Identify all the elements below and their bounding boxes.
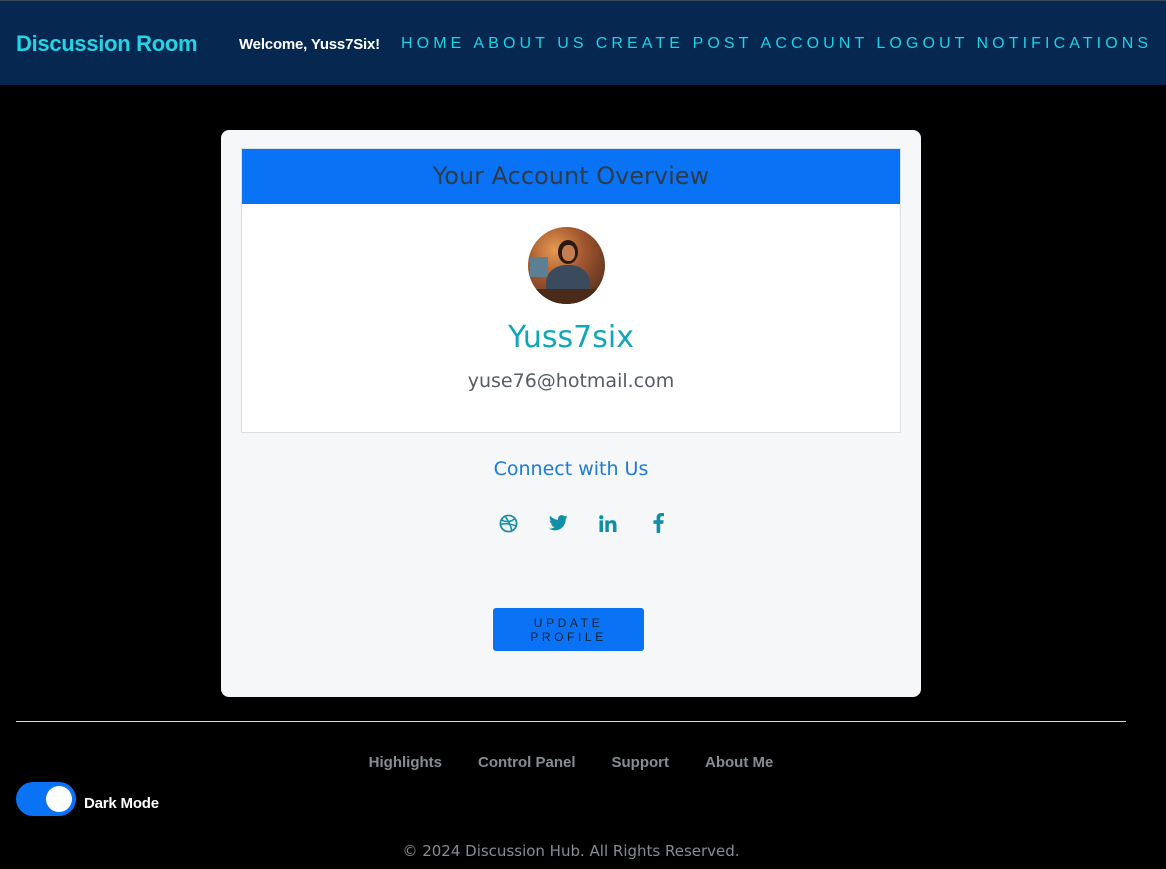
- footer-link-highlights[interactable]: Highlights: [369, 754, 442, 771]
- nav-link-create-post[interactable]: CREATE POST: [596, 35, 753, 53]
- account-overview-panel: Your Account Overview Yuss7six yuse76@ho…: [241, 148, 901, 433]
- nav-link-logout[interactable]: LOGOUT: [876, 35, 968, 53]
- nav-link-about-us[interactable]: ABOUT US: [473, 35, 587, 53]
- navbar: Discussion Room Welcome, Yuss7Six! HOME …: [0, 0, 1166, 85]
- update-profile-button[interactable]: UPDATE PROFILE: [493, 608, 644, 651]
- dark-mode-toggle[interactable]: [16, 782, 76, 816]
- avatar: [528, 227, 605, 304]
- brand-logo[interactable]: Discussion Room: [16, 31, 198, 57]
- footer-link-control-panel[interactable]: Control Panel: [478, 754, 576, 771]
- nav-link-home[interactable]: HOME: [401, 35, 465, 53]
- footer-divider: [16, 721, 1126, 722]
- nav-links: HOME ABOUT US CREATE POST ACCOUNT LOGOUT…: [401, 35, 1160, 53]
- dark-mode-toggle-knob: [46, 786, 72, 812]
- nav-link-account[interactable]: ACCOUNT: [761, 35, 869, 53]
- footer-link-about-me[interactable]: About Me: [705, 754, 773, 771]
- welcome-message: Welcome, Yuss7Six!: [239, 36, 380, 53]
- twitter-icon[interactable]: [533, 511, 583, 535]
- username: Yuss7six: [508, 320, 634, 355]
- account-overview-title: Your Account Overview: [432, 162, 710, 190]
- dark-mode-label: Dark Mode: [84, 795, 159, 812]
- footer-links: Highlights Control Panel Support About M…: [0, 754, 1142, 771]
- facebook-icon[interactable]: [633, 511, 683, 535]
- dribbble-icon[interactable]: [483, 511, 533, 535]
- footer-link-support[interactable]: Support: [612, 754, 670, 771]
- linkedin-icon[interactable]: [583, 511, 633, 535]
- copyright-text: © 2024 Discussion Hub. All Rights Reserv…: [402, 842, 740, 860]
- social-links: [483, 511, 683, 535]
- nav-link-notifications[interactable]: NOTIFICATIONS: [977, 35, 1153, 53]
- account-overview-header: Your Account Overview: [242, 149, 900, 204]
- account-card: Your Account Overview Yuss7six yuse76@ho…: [221, 130, 921, 697]
- connect-heading: Connect with Us: [493, 458, 649, 480]
- user-email: yuse76@hotmail.com: [467, 370, 675, 392]
